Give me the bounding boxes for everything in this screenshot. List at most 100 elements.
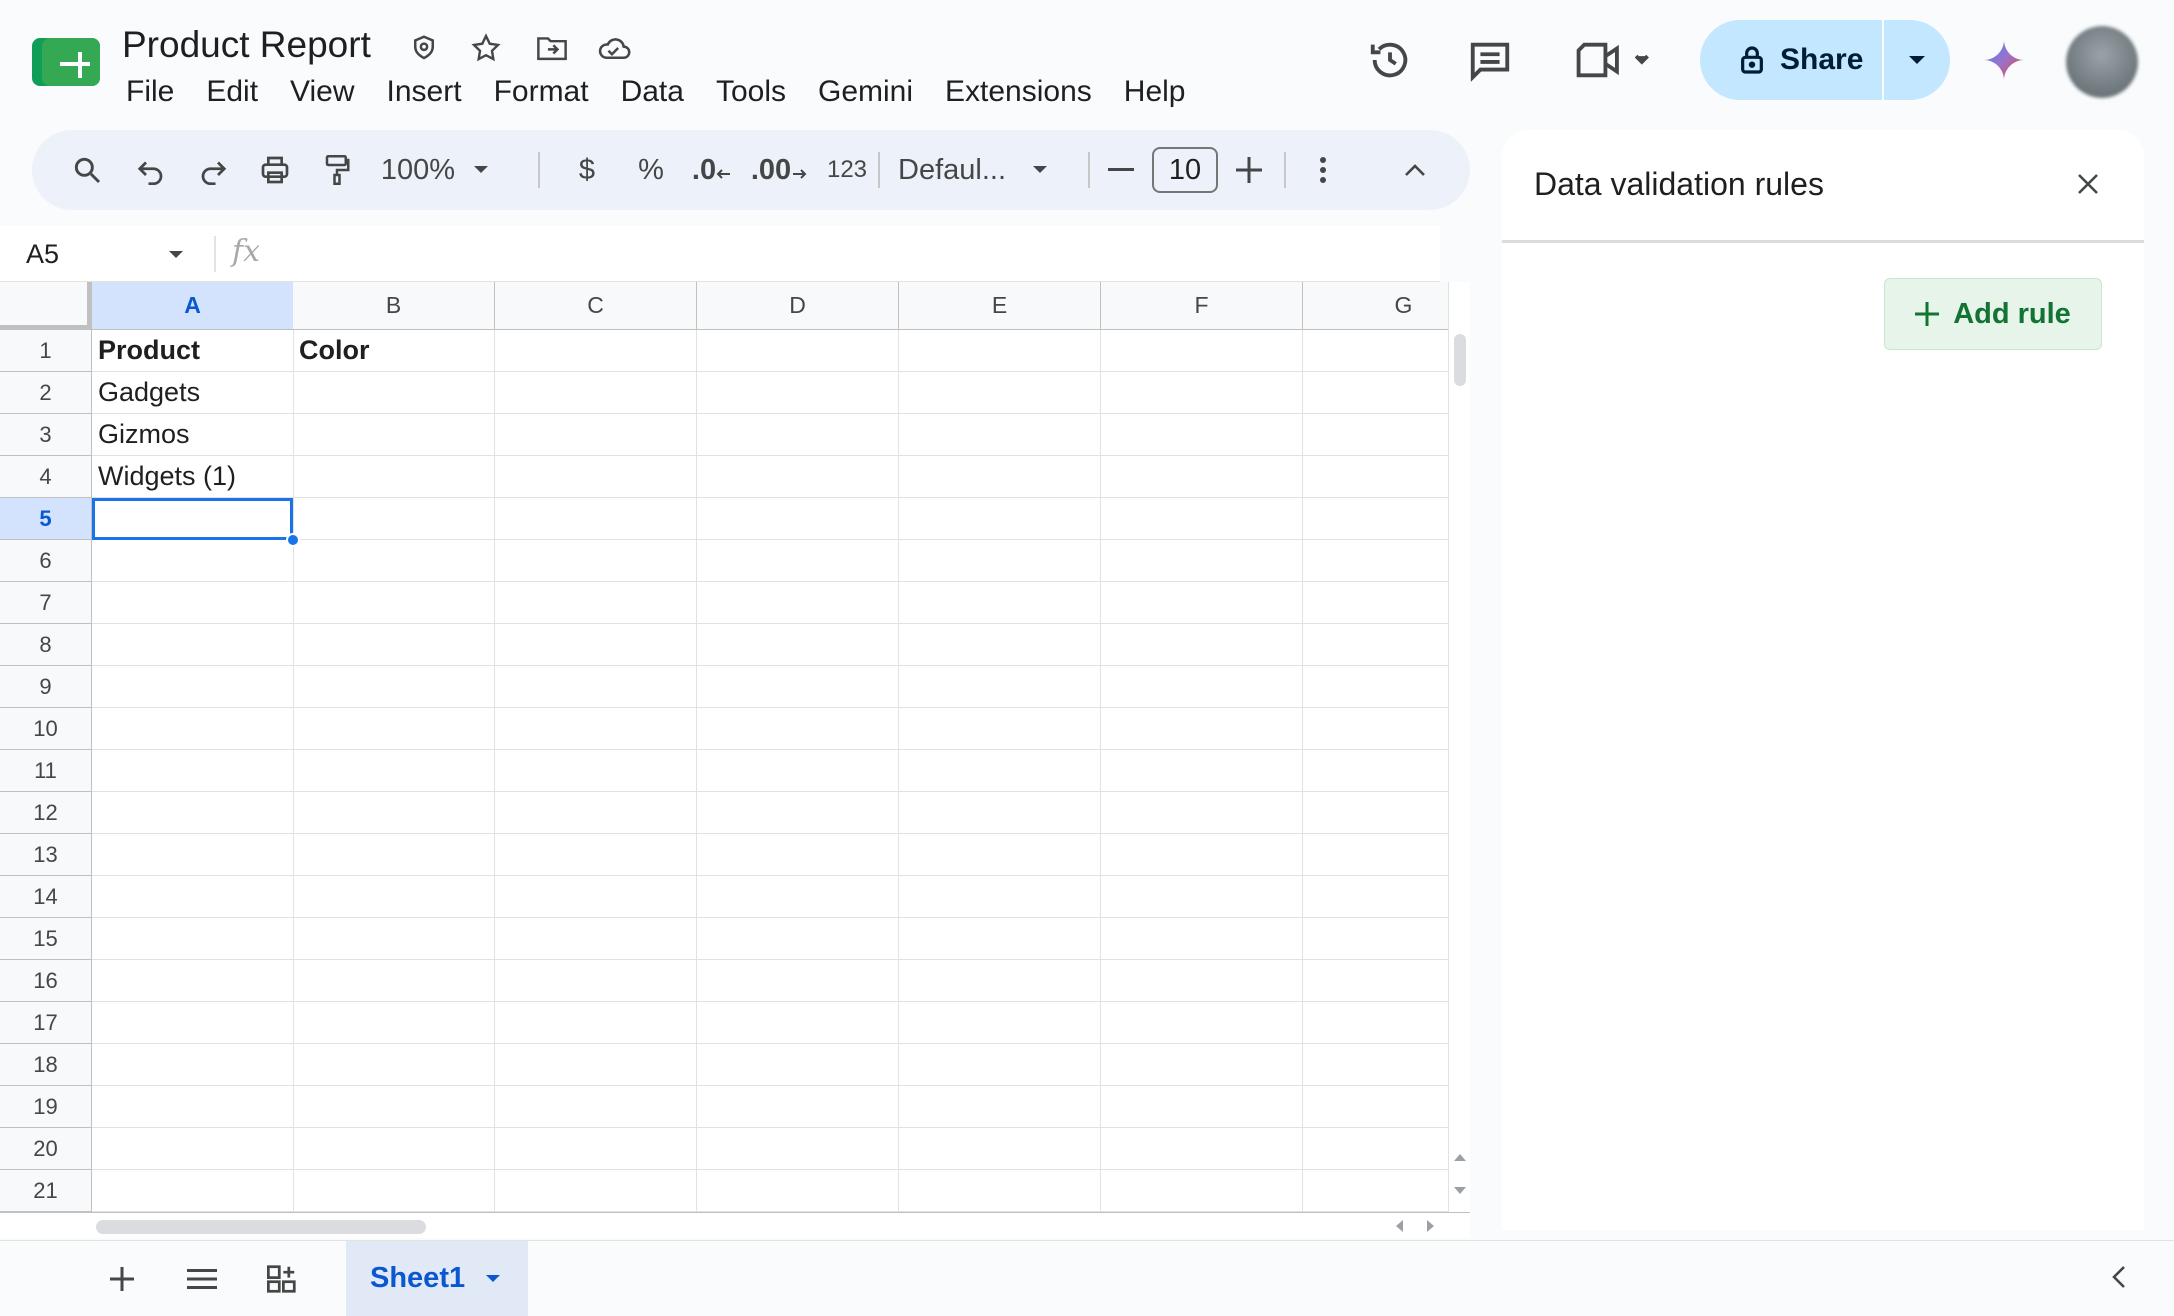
scroll-up-icon[interactable] xyxy=(1453,1152,1467,1162)
cell-a15[interactable] xyxy=(92,918,294,960)
cell-d5[interactable] xyxy=(697,498,899,540)
cell-c5[interactable] xyxy=(495,498,697,540)
scroll-left-icon[interactable] xyxy=(1394,1219,1404,1233)
fill-handle[interactable] xyxy=(286,533,300,547)
cell-f4[interactable] xyxy=(1101,456,1303,498)
horizontal-scrollbar[interactable] xyxy=(0,1212,1470,1238)
column-header-b[interactable]: B xyxy=(293,282,495,330)
column-header-e[interactable]: E xyxy=(899,282,1101,330)
cell-a2[interactable]: Gadgets xyxy=(92,372,294,414)
menu-tools[interactable]: Tools xyxy=(700,70,802,114)
cell-g4[interactable] xyxy=(1303,456,1448,498)
menu-edit[interactable]: Edit xyxy=(190,70,274,114)
cell-g11[interactable] xyxy=(1303,750,1448,792)
currency-format-button[interactable]: $ xyxy=(562,130,612,210)
cell-d9[interactable] xyxy=(697,666,899,708)
sheet-tab-menu-icon[interactable] xyxy=(485,1274,501,1284)
cell-g15[interactable] xyxy=(1303,918,1448,960)
cell-d17[interactable] xyxy=(697,1002,899,1044)
cell-b1[interactable]: Color xyxy=(293,330,495,372)
row-header-4[interactable]: 4 xyxy=(0,456,92,498)
cell-e9[interactable] xyxy=(899,666,1101,708)
cell-e5[interactable] xyxy=(899,498,1101,540)
cell-g9[interactable] xyxy=(1303,666,1448,708)
cell-g20[interactable] xyxy=(1303,1128,1448,1170)
sheets-logo-icon[interactable] xyxy=(32,34,100,90)
cell-a21[interactable] xyxy=(92,1170,294,1212)
column-header-a[interactable]: A xyxy=(92,282,294,330)
cell-f9[interactable] xyxy=(1101,666,1303,708)
row-header-8[interactable]: 8 xyxy=(0,624,92,666)
cell-b19[interactable] xyxy=(293,1086,495,1128)
cell-b18[interactable] xyxy=(293,1044,495,1086)
cell-e11[interactable] xyxy=(899,750,1101,792)
cell-b10[interactable] xyxy=(293,708,495,750)
cell-a16[interactable] xyxy=(92,960,294,1002)
search-icon[interactable] xyxy=(62,130,112,210)
cell-a4[interactable]: Widgets (1) xyxy=(92,456,294,498)
cell-c16[interactable] xyxy=(495,960,697,1002)
cell-b20[interactable] xyxy=(293,1128,495,1170)
shield-icon[interactable] xyxy=(406,30,442,66)
cell-f21[interactable] xyxy=(1101,1170,1303,1212)
cell-e8[interactable] xyxy=(899,624,1101,666)
redo-icon[interactable] xyxy=(188,130,238,210)
cell-f8[interactable] xyxy=(1101,624,1303,666)
cell-c19[interactable] xyxy=(495,1086,697,1128)
cell-b8[interactable] xyxy=(293,624,495,666)
cell-e14[interactable] xyxy=(899,876,1101,918)
cell-e13[interactable] xyxy=(899,834,1101,876)
cell-g1[interactable] xyxy=(1303,330,1448,372)
undo-icon[interactable] xyxy=(126,130,176,210)
cell-d8[interactable] xyxy=(697,624,899,666)
cell-d3[interactable] xyxy=(697,414,899,456)
row-header-20[interactable]: 20 xyxy=(0,1128,92,1170)
decrease-font-size-button[interactable] xyxy=(1096,130,1146,210)
cell-c4[interactable] xyxy=(495,456,697,498)
cell-e3[interactable] xyxy=(899,414,1101,456)
row-header-1[interactable]: 1 xyxy=(0,330,92,372)
cell-f13[interactable] xyxy=(1101,834,1303,876)
cell-b13[interactable] xyxy=(293,834,495,876)
row-header-18[interactable]: 18 xyxy=(0,1044,92,1086)
cell-a7[interactable] xyxy=(92,582,294,624)
cloud-saved-icon[interactable] xyxy=(596,30,632,66)
version-history-icon[interactable] xyxy=(1362,32,1418,88)
menu-file[interactable]: File xyxy=(110,70,190,114)
cell-b16[interactable] xyxy=(293,960,495,1002)
cell-d4[interactable] xyxy=(697,456,899,498)
star-icon[interactable] xyxy=(468,30,504,66)
cell-b11[interactable] xyxy=(293,750,495,792)
menu-data[interactable]: Data xyxy=(605,70,700,114)
menu-insert[interactable]: Insert xyxy=(371,70,478,114)
cell-e10[interactable] xyxy=(899,708,1101,750)
cell-a9[interactable] xyxy=(92,666,294,708)
cell-f18[interactable] xyxy=(1101,1044,1303,1086)
cell-c17[interactable] xyxy=(495,1002,697,1044)
column-header-c[interactable]: C xyxy=(495,282,697,330)
cell-c20[interactable] xyxy=(495,1128,697,1170)
cell-e15[interactable] xyxy=(899,918,1101,960)
column-header-g[interactable]: G xyxy=(1303,282,1448,330)
increase-font-size-button[interactable] xyxy=(1224,130,1274,210)
row-header-12[interactable]: 12 xyxy=(0,792,92,834)
cell-e17[interactable] xyxy=(899,1002,1101,1044)
avatar[interactable] xyxy=(2066,26,2138,98)
cell-e7[interactable] xyxy=(899,582,1101,624)
cell-d21[interactable] xyxy=(697,1170,899,1212)
chevron-left-icon[interactable] xyxy=(2104,1262,2134,1292)
share-button[interactable]: Share xyxy=(1700,20,1882,100)
cell-b3[interactable] xyxy=(293,414,495,456)
menu-help[interactable]: Help xyxy=(1108,70,1202,114)
cell-c15[interactable] xyxy=(495,918,697,960)
cell-e18[interactable] xyxy=(899,1044,1101,1086)
cell-e20[interactable] xyxy=(899,1128,1101,1170)
cell-e4[interactable] xyxy=(899,456,1101,498)
row-header-17[interactable]: 17 xyxy=(0,1002,92,1044)
cell-g14[interactable] xyxy=(1303,876,1448,918)
cell-c12[interactable] xyxy=(495,792,697,834)
cell-c21[interactable] xyxy=(495,1170,697,1212)
cell-e16[interactable] xyxy=(899,960,1101,1002)
cell-g6[interactable] xyxy=(1303,540,1448,582)
row-header-2[interactable]: 2 xyxy=(0,372,92,414)
